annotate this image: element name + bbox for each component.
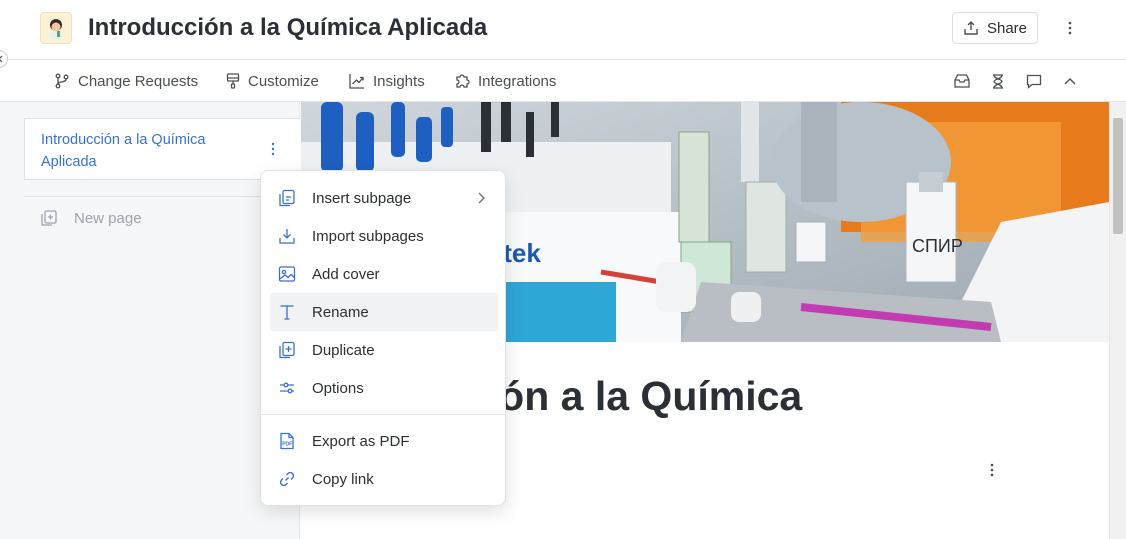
menu-export-pdf-label: Export as PDF (312, 432, 410, 450)
comment-icon[interactable] (1024, 71, 1044, 91)
import-icon (277, 226, 297, 246)
menu-add-cover-label: Add cover (312, 265, 380, 283)
menu-options-label: Options (312, 379, 364, 397)
sidebar-page-title[interactable]: Introducción a la Química Aplicada (41, 129, 241, 173)
share-icon (964, 21, 978, 35)
new-page-label: New page (74, 209, 142, 227)
top-header: Introducción a la Química Aplicada Share (0, 0, 1126, 60)
chevron-right-icon (478, 192, 485, 204)
hourglass-icon[interactable] (988, 71, 1008, 91)
duplicate-icon (277, 340, 297, 360)
paint-brush-icon (226, 73, 240, 89)
menu-copy-link-label: Copy link (312, 470, 374, 488)
space-title: Introducción a la Química Aplicada (88, 14, 488, 41)
nav-bar: Change Requests Customize Insights Integ… (0, 61, 1126, 102)
menu-duplicate[interactable]: Duplicate (270, 331, 498, 369)
image-icon (277, 264, 297, 284)
share-button[interactable]: Share (952, 12, 1038, 44)
svg-text:PDF: PDF (282, 442, 292, 448)
nav-customize-label: Customize (248, 72, 319, 90)
page-more-options-icon[interactable] (263, 139, 283, 159)
sidebar: Introducción a la Química Aplicada New p… (0, 102, 300, 539)
menu-export-pdf[interactable]: PDF Export as PDF (270, 422, 498, 460)
sidebar-page-item[interactable]: Introducción a la Química Aplicada (24, 118, 300, 180)
scrollbar-thumb[interactable] (1113, 118, 1123, 234)
nav-change-requests[interactable]: Change Requests (54, 71, 198, 91)
nav-change-requests-label: Change Requests (78, 72, 199, 90)
menu-copy-link[interactable]: Copy link (270, 460, 498, 498)
svg-text:СПИР: СПИР (912, 236, 963, 256)
menu-rename[interactable]: Rename (270, 293, 498, 331)
page-context-menu: Insert subpage Import subpages Add cover… (260, 170, 506, 506)
more-options-icon[interactable] (1058, 16, 1082, 40)
nav-integrations[interactable]: Integrations (454, 71, 556, 91)
text-icon (277, 302, 297, 322)
pdf-icon: PDF (277, 431, 297, 451)
chevron-up-icon[interactable] (1060, 71, 1080, 91)
nav-customize[interactable]: Customize (226, 71, 319, 91)
space-emoji-icon[interactable] (40, 12, 72, 44)
menu-import-subpages[interactable]: Import subpages (270, 217, 498, 255)
insert-page-icon (277, 188, 297, 208)
menu-add-cover[interactable]: Add cover (270, 255, 498, 293)
sidebar-divider (24, 196, 300, 197)
nav-insights[interactable]: Insights (349, 71, 425, 91)
menu-import-subpages-label: Import subpages (312, 227, 424, 245)
branch-icon (55, 73, 69, 89)
menu-options[interactable]: Options (270, 369, 498, 407)
share-label: Share (986, 19, 1028, 37)
menu-duplicate-label: Duplicate (312, 341, 375, 359)
menu-divider (261, 414, 505, 415)
new-page-icon (41, 210, 57, 226)
trend-chart-icon (349, 74, 364, 89)
link-icon (277, 469, 297, 489)
new-page-button[interactable]: New page (40, 206, 142, 230)
inbox-icon[interactable] (952, 71, 972, 91)
menu-rename-label: Rename (312, 303, 369, 321)
sliders-icon (277, 378, 297, 398)
heading-more-options-icon[interactable] (982, 460, 1002, 480)
menu-insert-subpage-label: Insert subpage (312, 189, 412, 207)
nav-insights-label: Insights (373, 72, 425, 90)
nav-integrations-label: Integrations (478, 72, 557, 90)
puzzle-icon (456, 74, 470, 88)
scrollbar[interactable] (1109, 102, 1126, 539)
menu-insert-subpage[interactable]: Insert subpage (270, 179, 498, 217)
